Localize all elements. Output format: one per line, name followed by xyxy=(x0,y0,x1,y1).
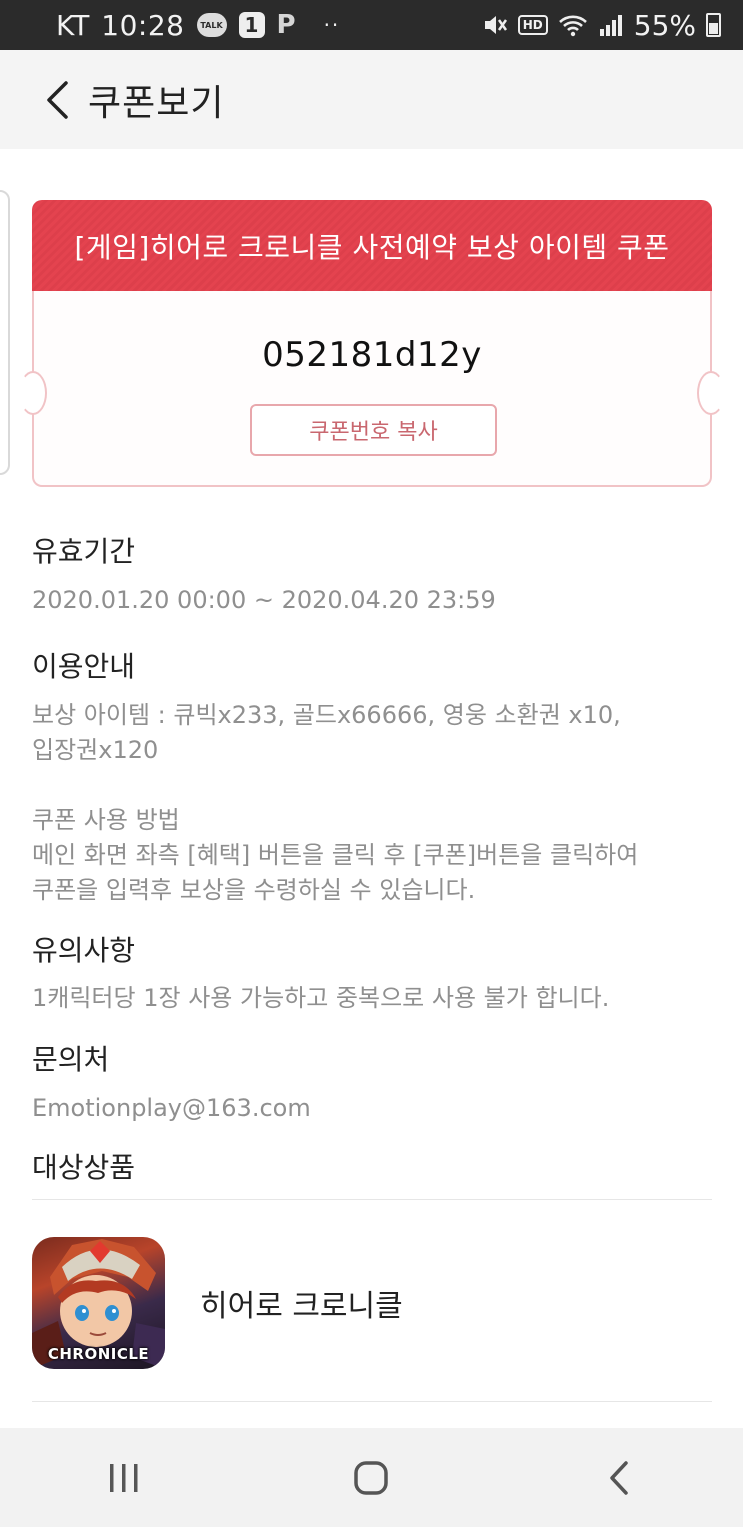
badge-notification-icon: 1 xyxy=(238,12,265,38)
kakaotalk-notification-icon: TALK xyxy=(196,13,227,37)
contact-heading: 문의처 xyxy=(32,1043,110,1076)
wifi-icon xyxy=(558,15,587,37)
home-button[interactable] xyxy=(321,1438,421,1518)
caution-text: 1캐릭터당 1장 사용 가능하고 중복으로 사용 불가 합니다. xyxy=(32,984,610,1012)
game-icon-caption: CHRONICLE xyxy=(47,1345,150,1363)
product-item[interactable]: CHRONICLE 히어로 크로니클 xyxy=(32,1236,712,1370)
coupon-code: 052181d12y xyxy=(262,335,482,375)
chevron-left-icon xyxy=(47,80,68,119)
divider xyxy=(32,1401,712,1402)
usage-line-howto-2: 쿠폰을 입력후 보상을 수령하실 수 있습니다. xyxy=(32,876,476,904)
product-name: 히어로 크로니클 xyxy=(200,1289,403,1324)
back-button[interactable] xyxy=(22,65,92,135)
more-notifications-icon: ·· xyxy=(323,13,341,37)
usage-heading: 이용안내 xyxy=(32,650,136,683)
back-arrow-icon xyxy=(610,1460,628,1495)
status-right: HD 55% xyxy=(482,9,721,42)
carrier-label: KT xyxy=(56,8,90,42)
battery-percent: 55% xyxy=(633,8,696,42)
system-navigation-bar xyxy=(0,1428,743,1527)
caution-heading: 유의사항 xyxy=(32,934,136,967)
usage-line-howto-1: 메인 화면 좌측 [혜택] 버튼을 클릭 후 [쿠폰]버튼을 클릭하여 xyxy=(32,841,639,869)
previous-coupon-card-edge[interactable] xyxy=(0,190,10,475)
mute-icon xyxy=(484,16,507,34)
usage-line-howto-title: 쿠폰 사용 방법 xyxy=(32,806,180,834)
validity-heading: 유효기간 xyxy=(32,535,136,568)
app-notification-icon: P xyxy=(276,10,296,40)
recent-apps-button[interactable] xyxy=(74,1438,174,1518)
usage-spacer xyxy=(32,768,638,803)
game-app-icon: CHRONICLE xyxy=(32,1237,165,1369)
contact-email[interactable]: Emotionplay@163.com xyxy=(32,1091,311,1126)
validity-period: 2020.01.20 00:00 ~ 2020.04.20 23:59 xyxy=(32,586,496,614)
coupon-card: [게임]히어로 크로니클 사전예약 보상 아이템 쿠폰 052181d12y 쿠… xyxy=(19,200,725,487)
status-left: KT 10:28 TALK 1 P ·· xyxy=(56,9,340,42)
usage-line-reward: 보상 아이템 : 큐빅x233, 골드x66666, 영웅 소환권 x10, xyxy=(32,701,621,729)
divider xyxy=(32,1199,712,1200)
signal-icon xyxy=(599,15,622,36)
coupon-notch-left xyxy=(19,371,47,415)
products-heading: 대상상품 xyxy=(32,1151,136,1184)
clock: 10:28 xyxy=(101,8,185,42)
page-title: 쿠폰보기 xyxy=(88,82,225,124)
status-bar: KT 10:28 TALK 1 P ·· HD 55% xyxy=(0,0,743,50)
coupon-body: 052181d12y 쿠폰번호 복사 xyxy=(19,291,725,487)
coupon-notch-right xyxy=(697,371,725,415)
copy-coupon-code-button[interactable]: 쿠폰번호 복사 xyxy=(250,404,497,456)
usage-line-reward-cont: 입장권x120 xyxy=(32,736,159,764)
recent-apps-icon xyxy=(109,1463,138,1492)
hd-voice-icon: HD xyxy=(517,15,548,35)
system-back-button[interactable] xyxy=(569,1438,669,1518)
battery-icon xyxy=(706,13,721,37)
app-header: 쿠폰보기 xyxy=(0,50,743,149)
coupon-title: [게임]히어로 크로니클 사전예약 보상 아이템 쿠폰 xyxy=(32,200,712,291)
home-icon xyxy=(354,1460,389,1495)
usage-text: 보상 아이템 : 큐빅x233, 골드x66666, 영웅 소환권 x10, 입… xyxy=(32,698,638,908)
